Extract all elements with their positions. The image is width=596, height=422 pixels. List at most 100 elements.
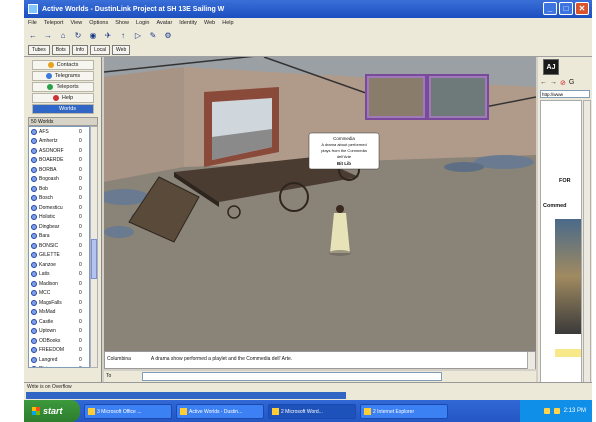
list-item[interactable]: Latis 0: [29, 270, 89, 280]
nav-item-label: Telegrams: [54, 73, 81, 79]
userlist-header[interactable]: 50 Worlds: [28, 117, 98, 126]
toolbar-button[interactable]: Info: [71, 45, 89, 55]
list-item[interactable]: Langred 0: [29, 355, 89, 365]
list-item[interactable]: MsMad 0: [29, 308, 89, 318]
minimize-button[interactable]: _: [543, 2, 557, 15]
list-item[interactable]: MagsFalls 0: [29, 298, 89, 308]
task-button[interactable]: Active Worlds - Dustin...: [176, 403, 264, 419]
nav-item[interactable]: Teleports: [32, 82, 94, 92]
task-button[interactable]: 2 Microsoft Word...: [268, 403, 356, 419]
list-item[interactable]: GILETTE 0: [29, 251, 89, 261]
list-item[interactable]: Domesticu 0: [29, 203, 89, 213]
world-count: 0: [79, 195, 82, 202]
list-item[interactable]: Amhertz 0: [29, 137, 89, 147]
horizontal-scrollbar[interactable]: [24, 391, 592, 400]
toolbar-button[interactable]: Local: [90, 45, 111, 55]
camera-icon[interactable]: ◉: [88, 31, 98, 41]
stop-icon[interactable]: ⊘: [560, 79, 566, 87]
list-item[interactable]: Madison 0: [29, 279, 89, 289]
chat-input-label: To: [106, 373, 112, 379]
menu-item[interactable]: Web: [204, 20, 215, 26]
chat-input[interactable]: [142, 372, 442, 381]
list-item[interactable]: Bob 0: [29, 184, 89, 194]
list-item[interactable]: BONSIC 0: [29, 241, 89, 251]
settings-icon[interactable]: ⚙: [163, 31, 173, 41]
menu-item[interactable]: Avatar: [156, 20, 172, 26]
back-icon[interactable]: ←: [540, 79, 547, 87]
list-item[interactable]: Bara 0: [29, 232, 89, 242]
menu-item[interactable]: Login: [136, 20, 149, 26]
world-status-icon: [31, 366, 37, 367]
world-status-icon: [31, 261, 37, 268]
select-icon[interactable]: ▷: [133, 31, 143, 41]
menu-item[interactable]: Identity: [179, 20, 197, 26]
3d-viewport[interactable]: Commedia A drama about performed plays f…: [104, 57, 536, 351]
maximize-button[interactable]: □: [559, 2, 573, 15]
list-item[interactable]: Dingbear 0: [29, 222, 89, 232]
sign-line: A drama about performed: [321, 142, 366, 147]
chat-scrollbar[interactable]: [527, 352, 535, 369]
world-count: 0: [79, 290, 82, 297]
web-banner: [555, 349, 581, 357]
menu-item[interactable]: Help: [222, 20, 233, 26]
build-icon[interactable]: ✎: [148, 31, 158, 41]
menu-item[interactable]: File: [28, 20, 37, 26]
list-item[interactable]: Holistic 0: [29, 213, 89, 223]
list-item[interactable]: Castle 0: [29, 317, 89, 327]
scroll-track[interactable]: [26, 392, 346, 399]
teleport-tool-icon[interactable]: ✈: [103, 31, 113, 41]
list-item[interactable]: BORBA 0: [29, 165, 89, 175]
go-icon[interactable]: G: [569, 79, 574, 87]
world-name: Dingbear: [39, 223, 60, 230]
list-item[interactable]: ODBooks 0: [29, 336, 89, 346]
scrollbar-thumb[interactable]: [91, 239, 97, 279]
task-button[interactable]: 2 Internet Explorer: [360, 403, 448, 419]
start-button[interactable]: start: [24, 400, 80, 422]
task-button[interactable]: 3 Microsoft Office ...: [84, 403, 172, 419]
menu-item[interactable]: Options: [89, 20, 108, 26]
avatar-head[interactable]: [336, 205, 344, 213]
tray-icon[interactable]: [543, 408, 550, 414]
nav-item[interactable]: Worlds: [32, 104, 94, 114]
web-nav: ← → ⊘ G: [540, 79, 574, 87]
forward-arrow-icon[interactable]: →: [43, 31, 53, 41]
list-item[interactable]: Bogoash 0: [29, 175, 89, 185]
nav-item[interactable]: Contacts: [32, 60, 94, 70]
back-arrow-icon[interactable]: ←: [28, 31, 38, 41]
list-item[interactable]: Kanzoe 0: [29, 260, 89, 270]
world-count: 0: [79, 242, 82, 249]
list-item[interactable]: Bosch 0: [29, 194, 89, 204]
list-item[interactable]: AFS 0: [29, 127, 89, 137]
menu-item[interactable]: View: [70, 20, 82, 26]
address-field[interactable]: http://www: [540, 90, 590, 98]
refresh-icon[interactable]: ↻: [73, 31, 83, 41]
world-list[interactable]: AFS 0 Amhertz 0 ASONORF 0 BOAERDE 0 BORBA 0 Bogoas…: [28, 126, 90, 368]
chat-log[interactable]: Columbina A drama show performed a playl…: [104, 351, 536, 369]
list-item[interactable]: BOAERDE 0: [29, 156, 89, 166]
window-titlebar[interactable]: Active Worlds - DustinLink Project at SH…: [24, 0, 592, 18]
fly-icon[interactable]: ↑: [118, 31, 128, 41]
list-item[interactable]: Plots0: [29, 365, 89, 367]
world-name: BOAERDE: [39, 157, 64, 164]
list-item[interactable]: MCC 0: [29, 289, 89, 299]
tray-icon[interactable]: [553, 408, 560, 414]
worldlist-scrollbar[interactable]: [90, 126, 98, 368]
menu-item[interactable]: Teleport: [44, 20, 64, 26]
web-scrollbar[interactable]: [583, 100, 591, 384]
menu-item[interactable]: Show: [115, 20, 129, 26]
nav-item[interactable]: Help: [32, 93, 94, 103]
close-button[interactable]: ✕: [575, 2, 589, 15]
nav-item[interactable]: Telegrams: [32, 71, 94, 81]
telegram-icon: [45, 73, 52, 79]
toolbar-button[interactable]: Tubes: [28, 45, 50, 55]
home-icon[interactable]: ⌂: [58, 31, 68, 41]
list-item[interactable]: ASONORF 0: [29, 146, 89, 156]
toolbar-button[interactable]: Web: [112, 45, 131, 55]
world-name: Langred: [39, 356, 58, 363]
web-page[interactable]: FOR Commed: [540, 100, 582, 384]
scene-svg: Commedia A drama about performed plays f…: [104, 57, 536, 351]
toolbar-button[interactable]: Bots: [51, 45, 70, 55]
list-item[interactable]: FREEDOM 0: [29, 346, 89, 356]
list-item[interactable]: Uptown 0: [29, 327, 89, 337]
forward-icon[interactable]: →: [550, 79, 557, 87]
